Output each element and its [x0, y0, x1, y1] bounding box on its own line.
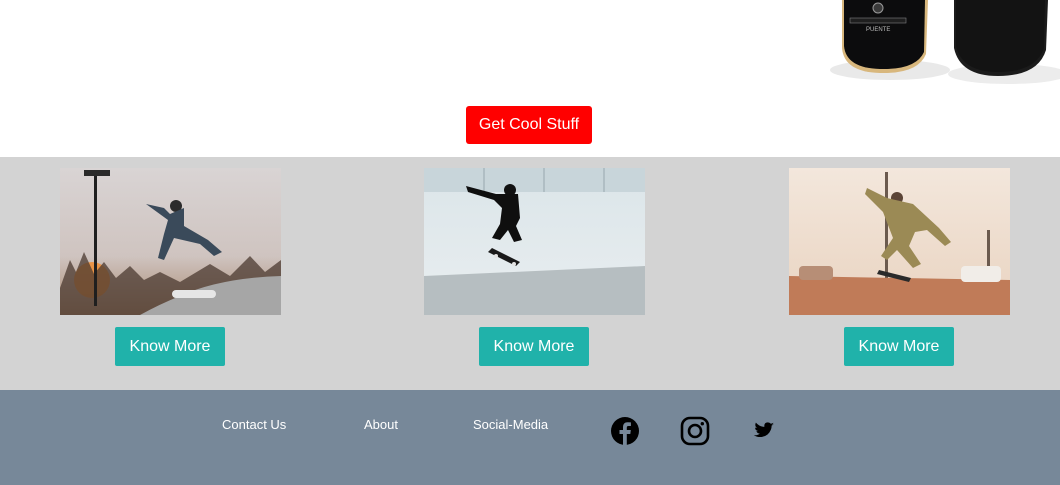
skateboards-image: PUENTE [830, 0, 1060, 92]
page: PUENTE Get Cool Stuff Know More Know Mor… [0, 0, 1060, 485]
know-more-button[interactable]: Know More [844, 327, 954, 366]
hero-section: PUENTE Get Cool Stuff [0, 0, 1060, 157]
get-cool-stuff-button[interactable]: Get Cool Stuff [466, 106, 592, 144]
gallery-card: Know More [60, 168, 281, 366]
footer-link-about[interactable]: About [364, 417, 398, 432]
know-more-button[interactable]: Know More [115, 327, 225, 366]
footer: Contact Us About Social-Media [0, 390, 1060, 485]
twitter-icon[interactable] [748, 416, 778, 446]
instagram-icon[interactable] [680, 416, 710, 446]
gallery-card: Know More [424, 168, 645, 366]
skater-park-photo [60, 168, 281, 315]
gallery-card: Know More [789, 168, 1010, 366]
footer-link-social-media[interactable]: Social-Media [473, 417, 548, 432]
gallery-section: Know More Know More Know More [0, 157, 1060, 390]
skater-wall-photo [424, 168, 645, 315]
board-brand-text: PUENTE [866, 27, 890, 33]
skater-street-photo [789, 168, 1010, 315]
know-more-button[interactable]: Know More [479, 327, 589, 366]
footer-link-contact-us[interactable]: Contact Us [222, 417, 286, 432]
facebook-icon[interactable] [610, 416, 640, 446]
